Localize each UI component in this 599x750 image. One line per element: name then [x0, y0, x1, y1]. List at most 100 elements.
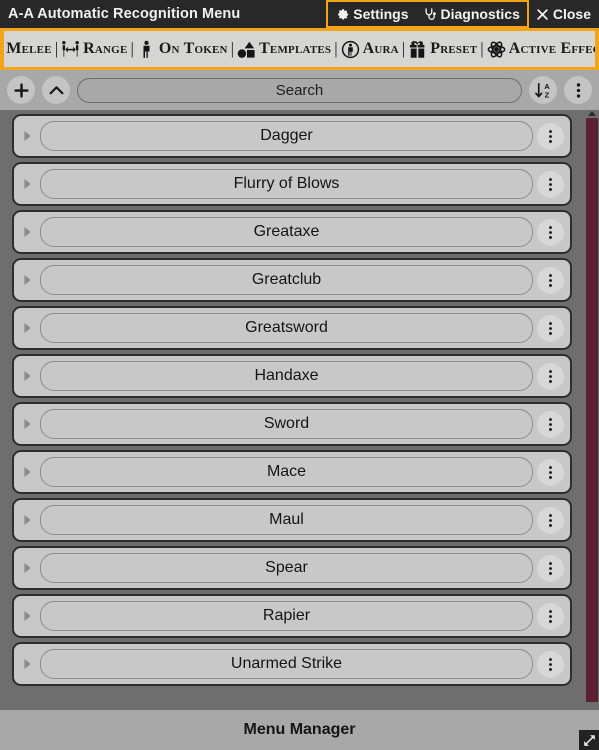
item-list: Dagger Flurry of Blows Greataxe Greatclub Gr… [12, 110, 599, 710]
toolbar-item-aura[interactable]: Aura [339, 40, 401, 59]
titlebar-highlighted-group: Settings Diagnostics [326, 0, 529, 28]
triangle-right-icon[interactable] [18, 559, 36, 577]
toolbar-label-melee: Melee [6, 40, 52, 57]
window-footer: Menu Manager [0, 710, 599, 750]
item-list-area: Dagger Flurry of Blows Greataxe Greatclub Gr… [0, 110, 599, 710]
toolbar-item-templates[interactable]: Templates [235, 40, 333, 59]
vertical-dots-icon [542, 512, 559, 529]
list-item-menu-button[interactable] [537, 506, 564, 534]
list-item[interactable]: Greataxe [12, 210, 572, 254]
toolbar-item-melee[interactable]: Melee [4, 40, 54, 59]
list-item-menu-button[interactable] [537, 170, 564, 198]
list-item-name-field[interactable]: Mace [40, 457, 533, 487]
vertical-dots-icon [542, 128, 559, 145]
list-item-menu-button[interactable] [537, 410, 564, 438]
list-item-label: Greataxe [253, 223, 320, 240]
list-item[interactable]: Unarmed Strike [12, 642, 572, 686]
list-item-menu-button[interactable] [537, 458, 564, 486]
toolbar-label-active-effects: Active Effects [508, 40, 595, 57]
list-item[interactable]: Dagger [12, 114, 572, 158]
sort-alpha-down-icon: A Z [534, 81, 553, 100]
list-item[interactable]: Maul [12, 498, 572, 542]
triangle-right-icon[interactable] [18, 463, 36, 481]
list-item-name-field[interactable]: Rapier [40, 601, 533, 631]
list-item-name-field[interactable]: Sword [40, 409, 533, 439]
list-item-label: Mace [266, 463, 307, 480]
close-x-icon [535, 7, 550, 22]
list-scrollbar[interactable] [585, 110, 599, 710]
collapse-all-button[interactable] [42, 76, 70, 104]
window-resize-handle[interactable] [579, 730, 599, 750]
list-item-name-field[interactable]: Greatclub [40, 265, 533, 295]
triangle-right-icon[interactable] [18, 175, 36, 193]
list-item-menu-button[interactable] [537, 218, 564, 246]
toolbar-item-range[interactable]: Range [59, 40, 129, 59]
aura-person-circle-icon [341, 40, 360, 59]
list-item[interactable]: Greatclub [12, 258, 572, 302]
triangle-right-icon[interactable] [18, 223, 36, 241]
range-people-icon [61, 40, 80, 59]
list-item-menu-button[interactable] [537, 650, 564, 678]
list-item-name-field[interactable]: Greatsword [40, 313, 533, 343]
list-item-menu-button[interactable] [537, 602, 564, 630]
list-item-menu-button[interactable] [537, 122, 564, 150]
settings-label: Settings [353, 6, 409, 22]
list-item-name-field[interactable]: Spear [40, 553, 533, 583]
list-item-name-field[interactable]: Handaxe [40, 361, 533, 391]
diagnostics-label: Diagnostics [440, 6, 520, 22]
list-item-menu-button[interactable] [537, 554, 564, 582]
list-item-name-field[interactable]: Unarmed Strike [40, 649, 533, 679]
scroll-up-arrow-icon[interactable] [588, 111, 596, 116]
triangle-right-icon[interactable] [18, 319, 36, 337]
sort-button[interactable]: A Z [529, 76, 557, 104]
search-input[interactable] [77, 77, 522, 103]
list-item-label: Spear [265, 559, 308, 576]
list-item[interactable]: Sword [12, 402, 572, 446]
list-item-menu-button[interactable] [537, 314, 564, 342]
triangle-right-icon[interactable] [18, 127, 36, 145]
list-item[interactable]: Flurry of Blows [12, 162, 572, 206]
overflow-menu-button[interactable] [564, 76, 592, 104]
triangle-right-icon[interactable] [18, 367, 36, 385]
gift-icon [408, 40, 427, 59]
stethoscope-icon [423, 7, 438, 22]
toolbar-item-on-token[interactable]: On Token [135, 40, 230, 59]
triangle-right-icon[interactable] [18, 415, 36, 433]
window-titlebar: A-A Automatic Recognition Menu Settings [0, 0, 599, 28]
list-item-name-field[interactable]: Maul [40, 505, 533, 535]
list-item[interactable]: Greatsword [12, 306, 572, 350]
triangle-right-icon[interactable] [18, 511, 36, 529]
app-window: A-A Automatic Recognition Menu Settings [0, 0, 599, 750]
triangle-right-icon[interactable] [18, 655, 36, 673]
search-toolbar: A Z [0, 70, 599, 110]
settings-button[interactable]: Settings [328, 2, 415, 26]
list-item[interactable]: Rapier [12, 594, 572, 638]
list-item-name-field[interactable]: Greataxe [40, 217, 533, 247]
toolbar-label-aura: Aura [362, 40, 399, 57]
list-item[interactable]: Handaxe [12, 354, 572, 398]
person-icon [137, 40, 156, 59]
svg-text:Z: Z [544, 90, 549, 99]
add-button[interactable] [7, 76, 35, 104]
triangle-right-icon[interactable] [18, 271, 36, 289]
list-item[interactable]: Mace [12, 450, 572, 494]
plus-icon [12, 81, 31, 100]
vertical-dots-icon [542, 464, 559, 481]
toolbar-item-preset[interactable]: Preset [406, 40, 479, 59]
list-item-menu-button[interactable] [537, 362, 564, 390]
list-item-name-field[interactable]: Dagger [40, 121, 533, 151]
titlebar-actions: Settings Diagnostics Close [326, 0, 599, 28]
triangle-right-icon[interactable] [18, 607, 36, 625]
close-button[interactable]: Close [529, 0, 599, 28]
list-item-name-field[interactable]: Flurry of Blows [40, 169, 533, 199]
scrollbar-thumb[interactable] [586, 118, 598, 702]
footer-title: Menu Manager [243, 721, 356, 738]
list-item-menu-button[interactable] [537, 266, 564, 294]
toolbar-label-preset: Preset [430, 40, 478, 57]
list-item[interactable]: Spear [12, 546, 572, 590]
diagnostics-button[interactable]: Diagnostics [416, 2, 527, 26]
list-item-label: Maul [269, 511, 304, 528]
list-item-label: Greatsword [245, 319, 328, 336]
toolbar-item-active-effects[interactable]: Active Effects [485, 40, 595, 59]
list-left-gutter [0, 110, 12, 710]
